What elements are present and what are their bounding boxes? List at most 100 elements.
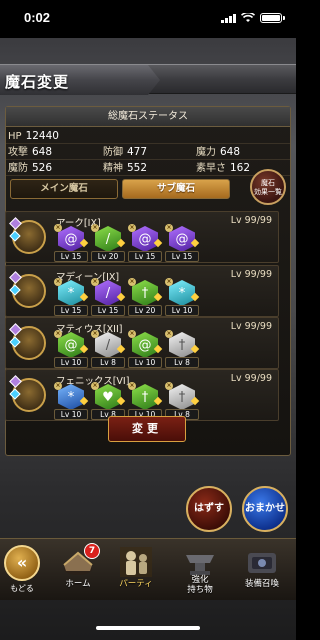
sub-stone-slots: @ × Lv 15/× Lv 20 @ × Lv 15 @ × Lv 15	[54, 224, 200, 262]
cross-icon: ×	[54, 382, 62, 390]
stone-slot-level: Lv 15	[128, 251, 162, 262]
summon-gate-icon	[248, 553, 276, 573]
page-title: 魔石変更	[5, 73, 70, 91]
element-icon	[9, 230, 21, 242]
element-icon	[9, 388, 21, 400]
stone-slot-level: Lv 10	[54, 409, 88, 420]
wand-icon: /	[95, 280, 121, 306]
status-icons	[221, 13, 285, 23]
spiral-icon: @	[169, 226, 195, 252]
bottom-nav: « もどる 7 ホーム パーティ 強化 持ち物 装備召喚	[0, 538, 296, 600]
nav-items[interactable]: 強化 持ち物	[172, 543, 228, 599]
nav-party-label: パーティ	[119, 579, 153, 589]
stone-level: Lv 99/99	[230, 373, 272, 384]
stat-mag: 魔力 648	[196, 146, 241, 158]
heart-icon: ♥	[95, 384, 121, 410]
home-badge: 7	[84, 543, 100, 559]
tab-sub-stone[interactable]: サブ魔石	[122, 179, 230, 199]
cross-icon: ×	[54, 330, 62, 338]
cross-icon: ×	[165, 382, 173, 390]
sub-stone-slots: @ × Lv 10/× Lv 8 @ × Lv 10 † × Lv 8	[54, 330, 200, 368]
sub-stone-slot[interactable]: / × Lv 15	[91, 278, 126, 316]
stone-row[interactable]: マティウス[XII] Lv 99/99 @ × Lv 10/× Lv 8 @ × Lv 10 † ×…	[5, 317, 279, 369]
stone-slot-level: Lv 15	[91, 305, 125, 316]
sub-stone-slot[interactable]: † × Lv 8	[165, 330, 200, 368]
character-portrait[interactable]	[9, 217, 46, 254]
cross-icon: ×	[91, 330, 99, 338]
cross-icon: ×	[54, 278, 62, 286]
sub-stone-slot[interactable]: @ × Lv 10	[128, 330, 163, 368]
wifi-icon	[241, 13, 255, 22]
nav-party[interactable]: パーティ	[108, 543, 164, 599]
sub-stone-slot[interactable]: * × Lv 10	[54, 382, 89, 420]
nav-summon-label: 装備召喚	[244, 579, 279, 589]
sub-stone-slot[interactable]: / × Lv 8	[91, 330, 126, 368]
sub-stone-slot[interactable]: † × Lv 8	[165, 382, 200, 420]
stone-row[interactable]: アーク[IX] Lv 99/99 @ × Lv 15/× Lv 20 @ × Lv 15 @ × Lv…	[5, 211, 279, 263]
character-portrait[interactable]	[9, 323, 46, 360]
stat-row-2: 魔防 526 精神 552 素早さ 162	[6, 161, 290, 176]
character-portrait[interactable]	[9, 271, 46, 308]
auto-button[interactable]: おまかせ	[242, 486, 288, 532]
sub-stone-slots: * × Lv 10 ♥ × Lv 8 † × Lv 10 † × Lv 8	[54, 382, 200, 420]
rarity-icon	[9, 375, 22, 388]
nav-home[interactable]: 7 ホーム	[50, 543, 106, 599]
party-icon	[120, 547, 152, 577]
spiral-icon: @	[132, 226, 158, 252]
rarity-icon	[9, 323, 22, 336]
double-chevron-left-icon: «	[4, 545, 40, 581]
character-portrait[interactable]	[9, 375, 46, 412]
stone-effects-list-button[interactable]: 魔石 効果一覧	[250, 169, 286, 205]
stone-effects-label: 魔石 効果一覧	[254, 179, 282, 196]
sub-stone-slot[interactable]: * × Lv 15	[54, 278, 89, 316]
sub-stone-slot[interactable]: @ × Lv 15	[165, 224, 200, 262]
cross-icon: ×	[128, 330, 136, 338]
stone-slot-level: Lv 20	[91, 251, 125, 262]
stone-level: Lv 99/99	[230, 269, 272, 280]
back-button[interactable]: « もどる	[0, 545, 44, 597]
element-icon	[9, 284, 21, 296]
element-icon	[9, 336, 21, 348]
tab-main-stone[interactable]: メイン魔石	[10, 179, 118, 199]
remove-button[interactable]: はずす	[186, 486, 232, 532]
stone-row[interactable]: マディーン[IX] Lv 99/99 * × Lv 15/× Lv 15 † × Lv 20 * ×…	[5, 265, 279, 317]
sub-stone-slot[interactable]: † × Lv 20	[128, 278, 163, 316]
sub-stone-slot[interactable]: * × Lv 10	[165, 278, 200, 316]
change-button[interactable]: 変更	[108, 416, 186, 442]
stone-slot-level: Lv 10	[128, 357, 162, 368]
nav-items-label: 強化 持ち物	[187, 575, 213, 595]
title-bar: 魔石変更	[0, 64, 296, 95]
sub-stone-slot[interactable]: / × Lv 20	[91, 224, 126, 262]
status-bar: 0:02	[0, 0, 296, 38]
stat-mdef: 魔防 526	[8, 162, 53, 174]
rarity-icon	[9, 271, 22, 284]
snowflake-icon: *	[58, 280, 84, 306]
cross-icon: ×	[128, 278, 136, 286]
panel-header: 総魔石ステータス	[6, 107, 290, 127]
stone-level: Lv 99/99	[230, 215, 272, 226]
sub-stone-slot[interactable]: @ × Lv 10	[54, 330, 89, 368]
stone-row[interactable]: フェニックス[VI]Lv 99/99*×Lv 10♥×Lv 8†×Lv 10†×…	[5, 369, 279, 421]
stone-slot-level: Lv 8	[91, 357, 125, 368]
battery-icon	[260, 13, 285, 23]
cross-icon: ×	[128, 224, 136, 232]
nav-summon[interactable]: 装備召喚	[234, 543, 290, 599]
sword-icon: †	[132, 280, 158, 306]
back-label: もどる	[10, 584, 34, 593]
sub-stone-slots: * × Lv 15/× Lv 15 † × Lv 20 * × Lv 10	[54, 278, 200, 316]
cross-icon: ×	[128, 382, 136, 390]
sub-stone-slot[interactable]: @ × Lv 15	[128, 224, 163, 262]
anvil-icon	[186, 555, 214, 575]
cross-icon: ×	[54, 224, 62, 232]
sword-icon: †	[132, 384, 158, 410]
sub-stone-slot[interactable]: ♥ × Lv 8	[91, 382, 126, 420]
sub-stone-slot[interactable]: † × Lv 10	[128, 382, 163, 420]
snowflake-icon: *	[58, 384, 84, 410]
stat-spd: 素早さ 162	[196, 162, 251, 174]
stone-slot-level: Lv 15	[54, 305, 88, 316]
sub-stone-slot[interactable]: @ × Lv 15	[54, 224, 89, 262]
cross-icon: ×	[91, 224, 99, 232]
sword-icon: †	[169, 332, 195, 358]
sword-icon: †	[169, 384, 195, 410]
spiral-icon: @	[132, 332, 158, 358]
